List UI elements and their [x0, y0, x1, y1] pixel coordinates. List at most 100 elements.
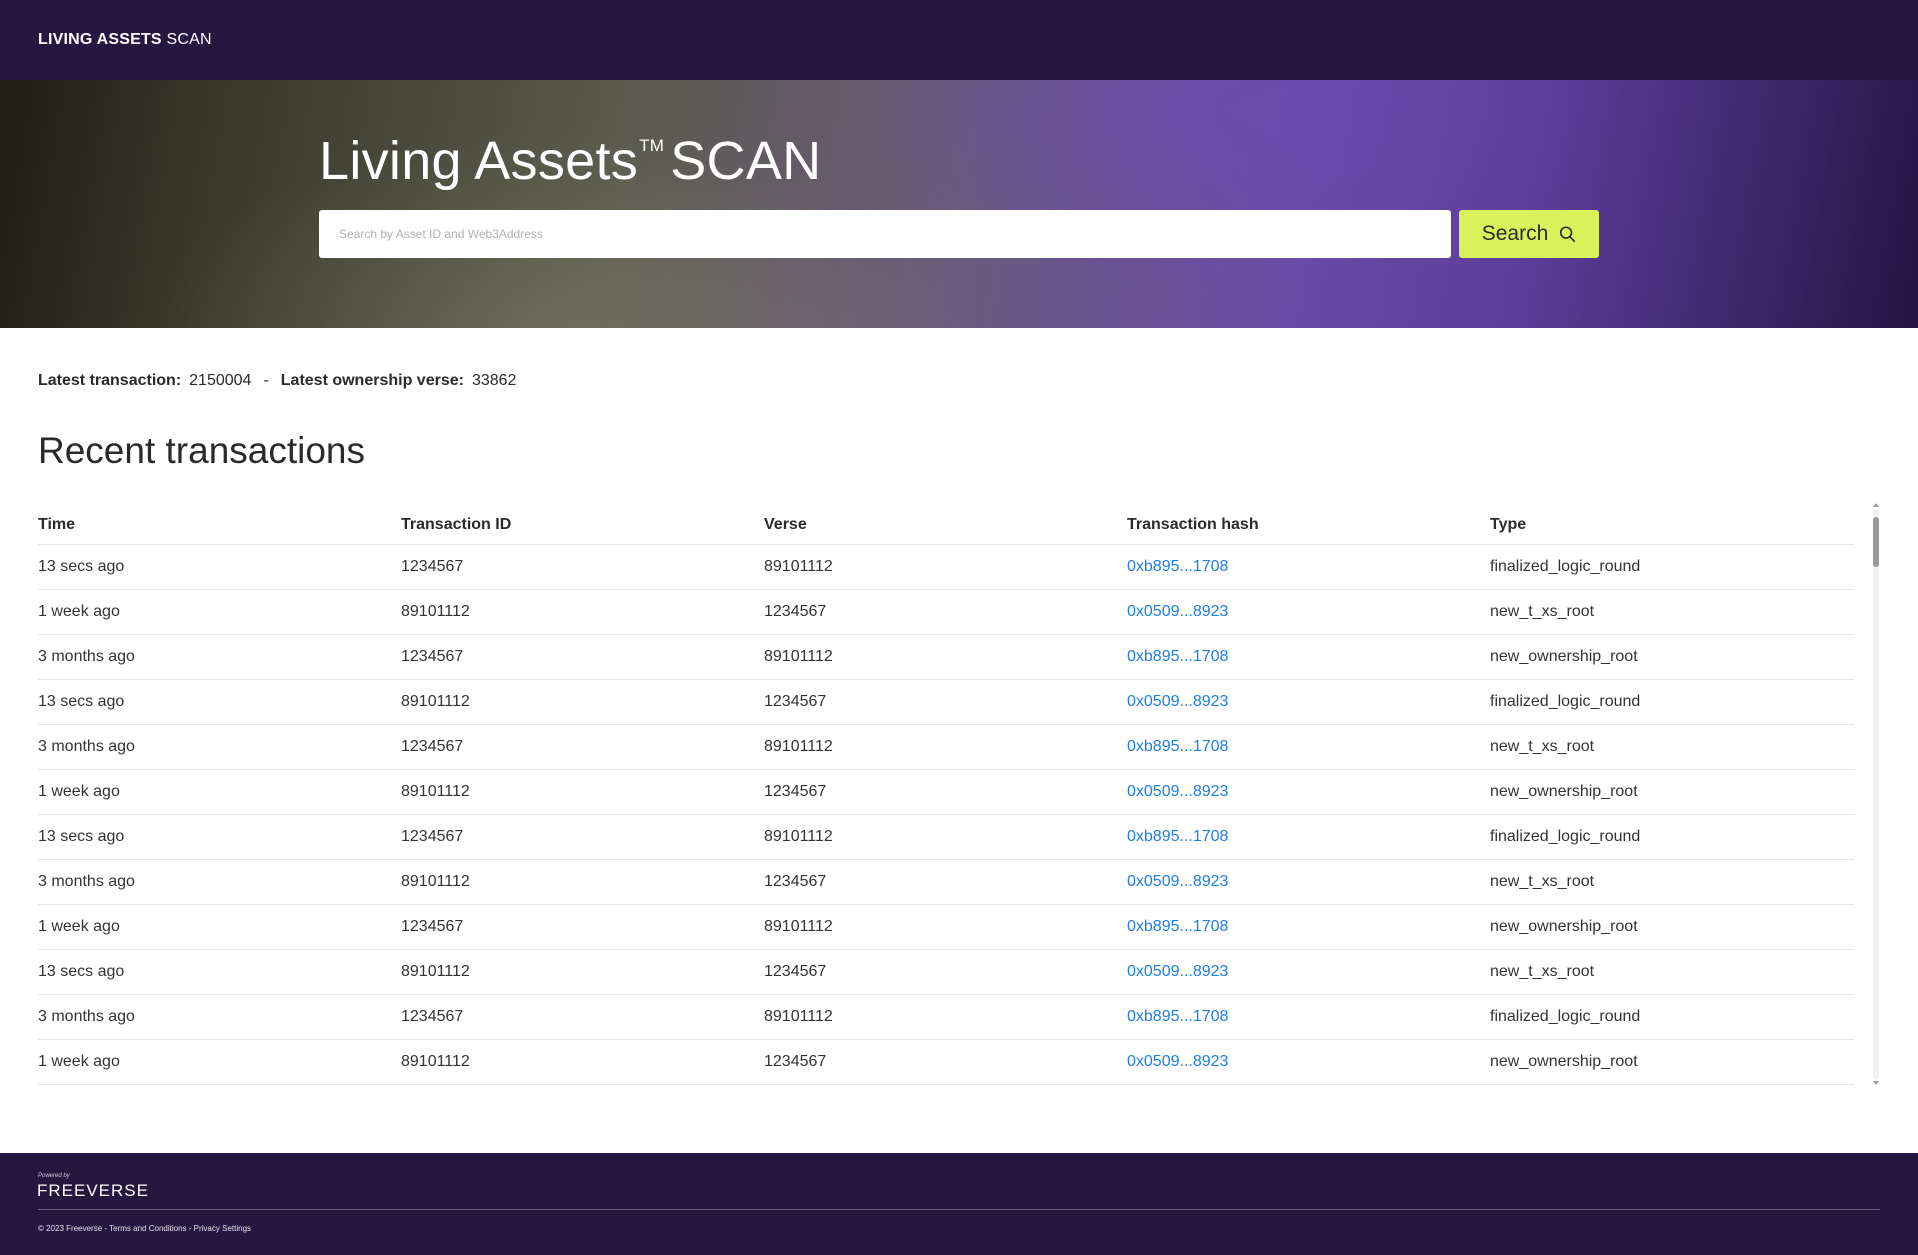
cell-transaction-hash: 0x0509...8923 [1127, 1039, 1490, 1085]
section-title: Recent transactions [38, 430, 366, 471]
cell-type: new_t_xs_root [1490, 724, 1854, 770]
transaction-hash-link[interactable]: 0x0509...8923 [1127, 873, 1228, 890]
cell-time: 13 secs ago [38, 544, 401, 590]
cell-verse: 1234567 [764, 949, 1127, 995]
cell-transaction-hash: 0xb895...1708 [1127, 634, 1490, 680]
search-icon [1560, 226, 1576, 243]
footer-divider [38, 1209, 1880, 1210]
footer: Powered by FREEVERSE © 2023 Freeverse - … [0, 1153, 1918, 1255]
cell-time: 1 week ago [38, 589, 401, 635]
cell-transaction-id: 1234567 [401, 994, 764, 1040]
cell-transaction-hash: 0xb895...1708 [1127, 904, 1490, 950]
transaction-hash-link[interactable]: 0xb895...1708 [1127, 738, 1228, 755]
table-row: 13 secs ago 1234567 89101112 0xb895...1708 f… [38, 814, 1854, 860]
cell-time: 1 week ago [38, 769, 401, 815]
cell-transaction-id: 89101112 [401, 679, 764, 725]
hero-title: Living AssetsTM SCAN [319, 130, 821, 205]
scroll-up-arrow-icon[interactable] [1873, 503, 1879, 507]
transaction-hash-link[interactable]: 0x0509...8923 [1127, 783, 1228, 800]
transaction-hash-link[interactable]: 0x0509...8923 [1127, 603, 1228, 620]
cell-type: new_t_xs_root [1490, 589, 1854, 635]
freeverse-logo[interactable]: FREEVERSE [37, 1181, 149, 1201]
cell-transaction-id: 89101112 [401, 589, 764, 635]
cell-type: new_t_xs_root [1490, 859, 1854, 905]
column-header-type: Type [1490, 502, 1854, 545]
cell-transaction-hash: 0xb895...1708 [1127, 994, 1490, 1040]
cell-verse: 89101112 [764, 814, 1127, 860]
latest-verse-label: Latest ownership verse: [280, 372, 464, 389]
cell-time: 3 months ago [38, 724, 401, 770]
cell-transaction-hash: 0x0509...8923 [1127, 859, 1490, 905]
chain-stats: Latest transaction: 2150004- Latest owners… [38, 372, 516, 390]
footer-separator: - [104, 1224, 108, 1233]
cell-verse: 1234567 [764, 859, 1127, 905]
cell-transaction-id: 89101112 [401, 1039, 764, 1085]
brand-light-text: SCAN [166, 31, 212, 48]
cell-transaction-hash: 0x0509...8923 [1127, 769, 1490, 815]
cell-verse: 1234567 [764, 1039, 1127, 1085]
table-row: 3 months ago 89101112 1234567 0x0509...8923… [38, 859, 1854, 905]
column-header-transaction-id: Transaction ID [401, 502, 764, 545]
cell-time: 3 months ago [38, 634, 401, 680]
cell-type: finalized_logic_round [1490, 994, 1854, 1040]
scroll-down-arrow-icon[interactable] [1873, 1081, 1879, 1085]
cell-transaction-hash: 0x0509...8923 [1127, 679, 1490, 725]
column-header-verse: Verse [764, 502, 1127, 545]
table-row: 3 months ago 1234567 89101112 0xb895...1708… [38, 724, 1854, 770]
powered-by-label: Powered by [38, 1173, 70, 1179]
transaction-hash-link[interactable]: 0x0509...8923 [1127, 693, 1228, 710]
column-header-time: Time [38, 502, 401, 545]
table-row: 1 week ago 89101112 1234567 0x0509...8923 ne… [38, 769, 1854, 815]
brand-logo[interactable]: LIVING ASSETS SCAN [38, 31, 212, 49]
transaction-hash-link[interactable]: 0x0509...8923 [1127, 1053, 1228, 1070]
search-button-label: Search [1481, 222, 1549, 245]
transaction-hash-link[interactable]: 0x0509...8923 [1127, 963, 1228, 980]
scrollbar-track[interactable] [1873, 509, 1879, 1079]
cell-type: new_t_xs_root [1490, 949, 1854, 995]
cell-transaction-hash: 0xb895...1708 [1127, 544, 1490, 590]
latest-transaction-label: Latest transaction: [38, 372, 182, 389]
table-scrollbar[interactable] [1873, 503, 1879, 1085]
copyright-text: © 2023 Freeverse [38, 1224, 103, 1233]
cell-transaction-hash: 0x0509...8923 [1127, 949, 1490, 995]
privacy-settings-link[interactable]: Privacy Settings [194, 1224, 251, 1233]
cell-time: 1 week ago [38, 904, 401, 950]
cell-transaction-id: 1234567 [401, 724, 764, 770]
cell-verse: 89101112 [764, 634, 1127, 680]
transactions-table: Time Transaction ID Verse Transaction ha… [38, 502, 1854, 1085]
cell-transaction-id: 89101112 [401, 949, 764, 995]
table-header-row: Time Transaction ID Verse Transaction ha… [38, 502, 1854, 545]
transaction-hash-link[interactable]: 0xb895...1708 [1127, 828, 1228, 845]
cell-transaction-id: 1234567 [401, 634, 764, 680]
scrollbar-thumb[interactable] [1873, 517, 1879, 567]
cell-verse: 89101112 [764, 904, 1127, 950]
cell-time: 13 secs ago [38, 814, 401, 860]
column-header-transaction-hash: Transaction hash [1127, 502, 1490, 545]
transaction-hash-link[interactable]: 0xb895...1708 [1127, 918, 1228, 935]
table-row: 3 months ago 1234567 89101112 0xb895...1708… [38, 994, 1854, 1040]
trademark-mark: TM [639, 136, 665, 155]
cell-transaction-hash: 0x0509...8923 [1127, 589, 1490, 635]
cell-transaction-id: 89101112 [401, 769, 764, 815]
cell-type: new_ownership_root [1490, 904, 1854, 950]
stats-separator: - [263, 372, 269, 389]
terms-link[interactable]: Terms and Conditions [109, 1224, 186, 1233]
cell-type: new_ownership_root [1490, 769, 1854, 815]
transactions-table-container: Time Transaction ID Verse Transaction ha… [38, 502, 1854, 1085]
search-input[interactable] [319, 210, 1451, 258]
transaction-hash-link[interactable]: 0xb895...1708 [1127, 1008, 1228, 1025]
cell-time: 3 months ago [38, 994, 401, 1040]
cell-transaction-id: 1234567 [401, 814, 764, 860]
cell-type: new_ownership_root [1490, 634, 1854, 680]
cell-time: 3 months ago [38, 859, 401, 905]
table-row: 1 week ago 89101112 1234567 0x0509...8923 ne… [38, 589, 1854, 635]
search-button[interactable]: Search [1459, 210, 1599, 258]
cell-type: finalized_logic_round [1490, 679, 1854, 725]
hero-banner: Living AssetsTM SCAN Search [0, 80, 1918, 328]
cell-transaction-id: 89101112 [401, 859, 764, 905]
transaction-hash-link[interactable]: 0xb895...1708 [1127, 558, 1228, 575]
transaction-hash-link[interactable]: 0xb895...1708 [1127, 648, 1228, 665]
cell-type: new_ownership_root [1490, 1039, 1854, 1085]
cell-verse: 89101112 [764, 994, 1127, 1040]
table-row: 1 week ago 1234567 89101112 0xb895...1708 ne… [38, 904, 1854, 950]
